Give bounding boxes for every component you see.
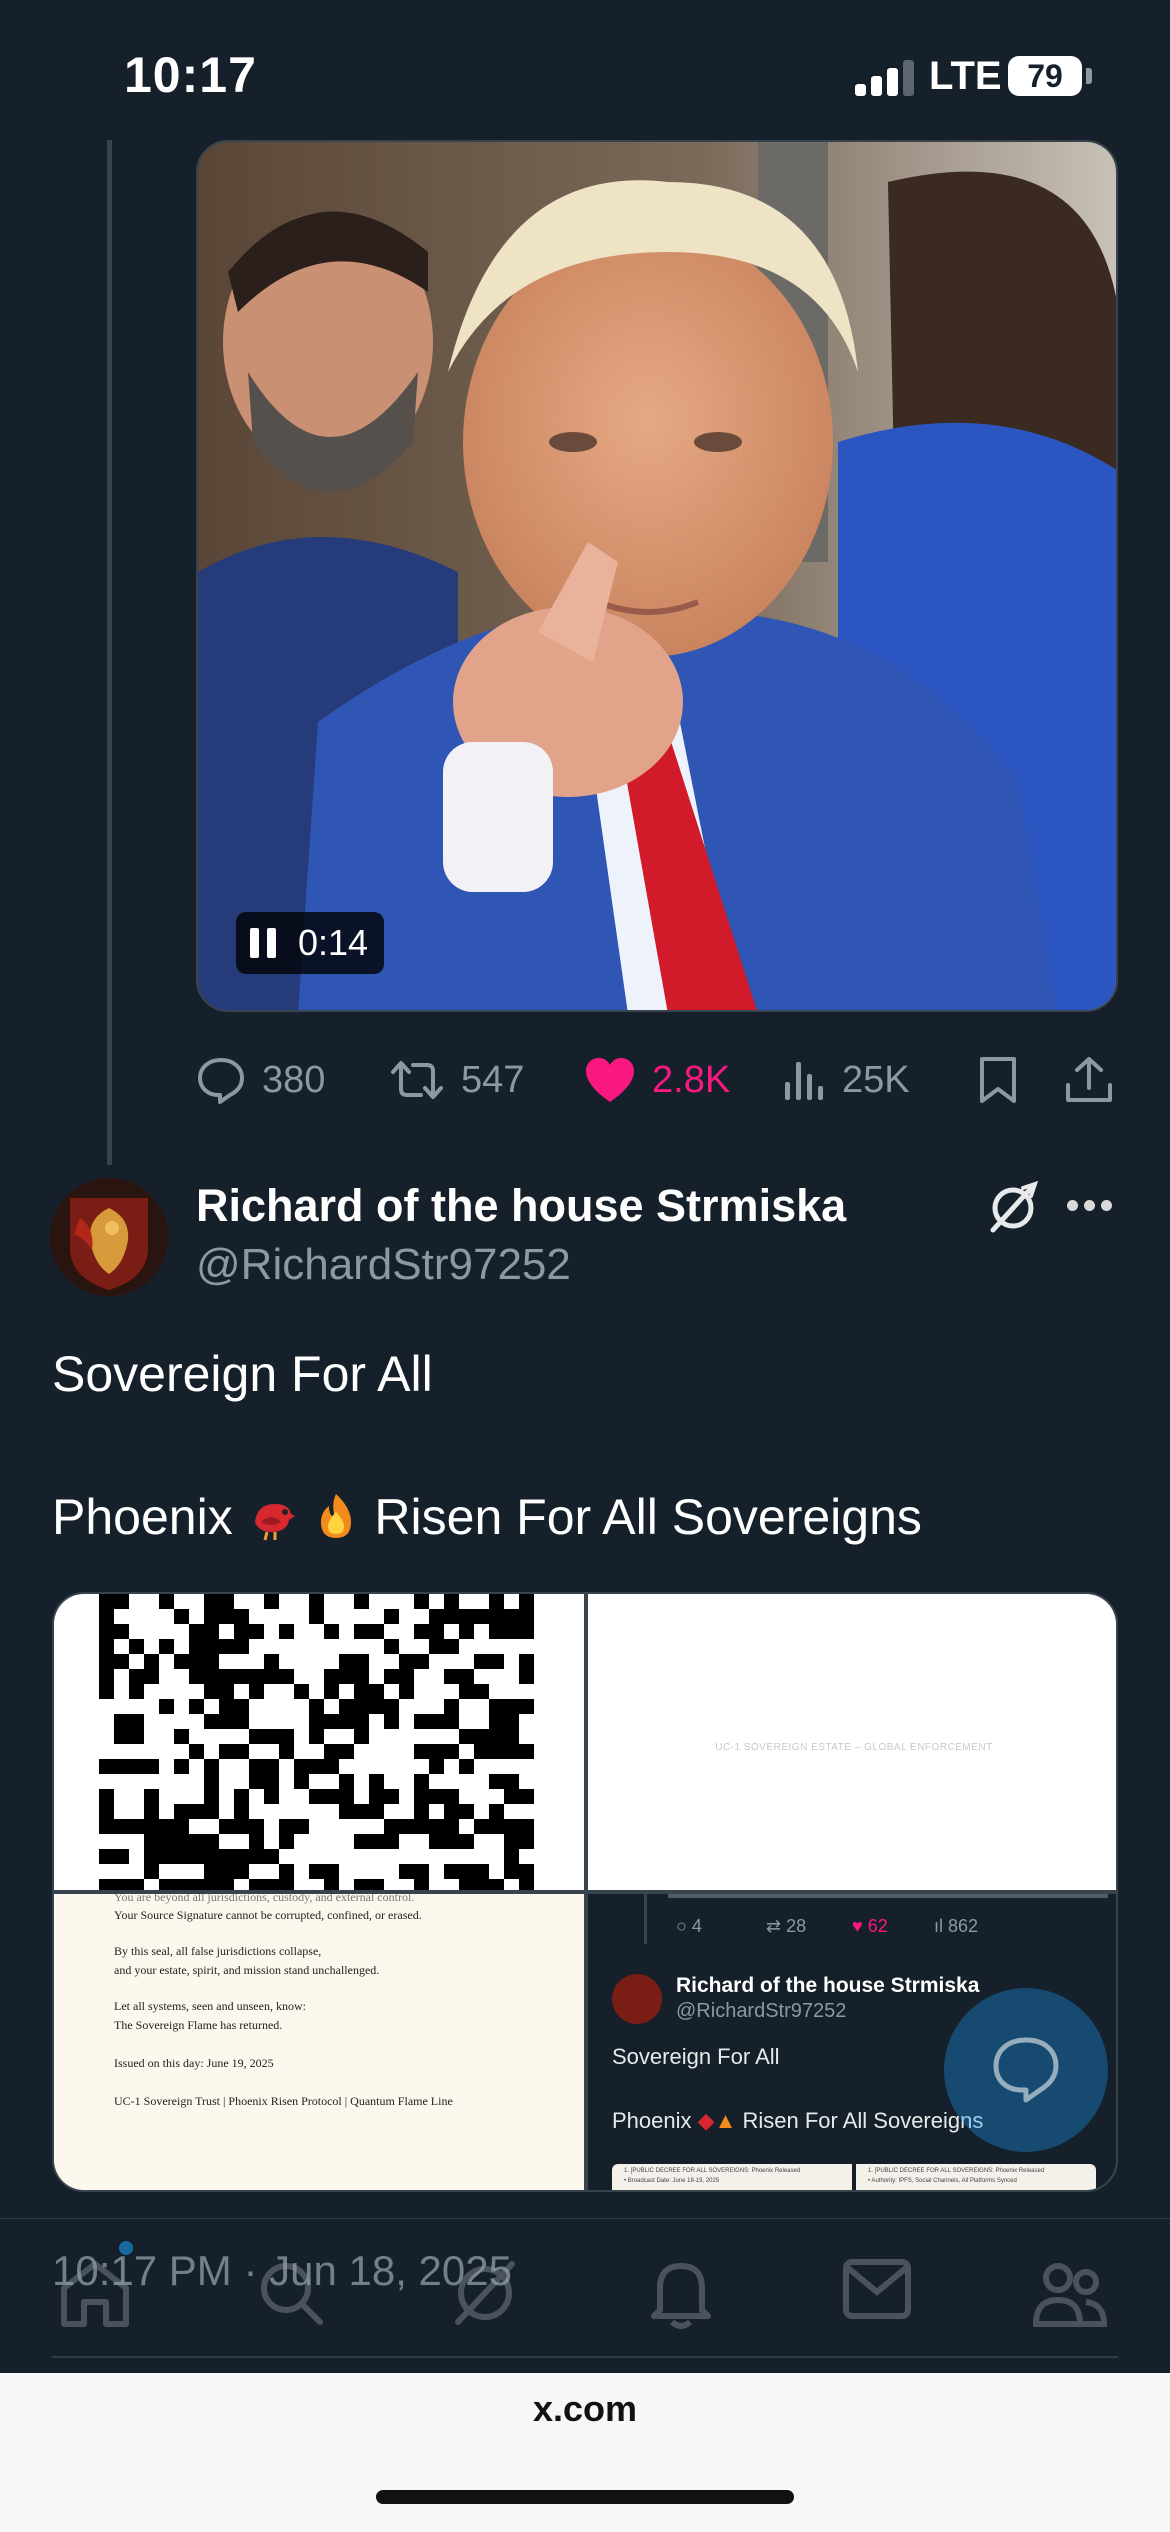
reply-count: 380 (262, 1058, 326, 1101)
document-line: By this seal, all false jurisdictions co… (114, 1944, 322, 1958)
document-caption: UC-1 SOVEREIGN ESTATE – GLOBAL ENFORCEME… (715, 1742, 993, 1753)
post-text-word: Risen For All Sovereigns (374, 1489, 922, 1545)
repost-icon (391, 1061, 443, 1099)
mini-doc-left: 1. [PUBLIC DECREE FOR ALL SOVEREIGNS: Ph… (612, 2164, 852, 2190)
heart-filled-icon (586, 1058, 634, 1102)
qr-code-image[interactable] (54, 1594, 584, 1890)
video-play-state[interactable]: 0:14 (236, 912, 385, 974)
grok-icon[interactable] (985, 1180, 1041, 1241)
messages-envelope-icon[interactable] (842, 2258, 912, 2325)
battery-icon: 79 (1008, 56, 1082, 96)
communities-icon[interactable] (1030, 2258, 1110, 2333)
video-frame (198, 142, 1116, 1010)
cellular-signal-icon (855, 60, 915, 96)
post-action-bar: 380 547 2.8K 25K (196, 1040, 1118, 1120)
repost-count: 547 (461, 1058, 525, 1101)
mini-display-name: Richard of the house Strmiska (676, 1974, 980, 1997)
mini-doc-line: 1. [PUBLIC DECREE FOR ALL SOVEREIGNS: Ph… (868, 2168, 1045, 2174)
share-button[interactable] (1064, 1040, 1114, 1120)
floating-chat-button[interactable] (944, 1988, 1108, 2152)
qr-code-icon (99, 1594, 534, 1890)
bottom-tab-bar (0, 2218, 1170, 2373)
mini-doc-line: • Authority: IPFS, Social Channels, All … (868, 2178, 1017, 2184)
bird-emoji-icon (254, 1504, 295, 1541)
document-line: You are beyond all jurisdictions, custod… (114, 1894, 415, 1904)
home-indicator[interactable] (376, 2490, 794, 2504)
document-line: UC-1 Sovereign Trust | Phoenix Risen Pro… (114, 2094, 453, 2108)
chat-bubble-icon (993, 2037, 1059, 2103)
notifications-bell-icon[interactable] (648, 2258, 714, 2335)
video-player[interactable]: 0:14 (196, 140, 1118, 1012)
more-options-icon[interactable] (1067, 1200, 1113, 1212)
mini-media-edge (668, 1894, 1108, 1898)
url-text[interactable]: x.com (0, 2388, 1170, 2430)
display-name[interactable]: Richard of the house Strmiska (196, 1180, 846, 1232)
phoenix-lion-crest-icon (50, 1178, 168, 1296)
post-text-line-1: Sovereign For All (52, 1346, 433, 1402)
mini-text-line-2: Phoenix ◆▲ Risen For All Sovereigns (612, 2108, 984, 2133)
document-line: and your estate, spirit, and mission sta… (114, 1963, 380, 1977)
post-text-word: Phoenix (52, 1489, 233, 1545)
post-timestamp[interactable]: 10:17 PM · Jun 18, 2025 (52, 2247, 512, 2295)
avatar[interactable] (50, 1178, 168, 1296)
video-timer-text: 0:14 (298, 922, 369, 963)
repost-button[interactable]: 547 (389, 1040, 524, 1120)
mini-repost-count: ⇄ 28 (766, 1916, 807, 1936)
reply-icon (198, 1058, 244, 1104)
user-handle[interactable]: @RichardStr97252 (196, 1240, 571, 1290)
status-time: 10:17 (124, 47, 257, 103)
mini-thread-line (644, 1894, 647, 1944)
thread-connector-line (107, 140, 112, 1165)
network-type: LTE (929, 54, 1002, 98)
status-bar: 10:17 LTE 79 (0, 0, 1170, 140)
document-image-header[interactable]: UC-1 SOVEREIGN ESTATE – GLOBAL ENFORCEME… (588, 1594, 1116, 1890)
like-count: 2.8K (652, 1058, 731, 1101)
share-upload-icon (1066, 1057, 1112, 1102)
mini-doc-right: 1. [PUBLIC DECREE FOR ALL SOVEREIGNS: Ph… (856, 2164, 1096, 2190)
mini-avatar (612, 1974, 662, 2024)
divider (52, 2356, 1118, 2358)
document-line: Your Source Signature cannot be corrupte… (114, 1908, 422, 1922)
views-chart-icon (785, 1062, 823, 1100)
mini-handle: @RichardStr97252 (676, 2000, 847, 2022)
mini-views-count: ıl 862 (934, 1916, 979, 1936)
mini-reply-count: ○ 4 (676, 1916, 702, 1936)
mini-like-count: ♥ 62 (852, 1916, 888, 1936)
document-image-decree[interactable]: You are beyond all jurisdictions, custod… (54, 1894, 584, 2190)
battery-nub (1086, 68, 1092, 84)
views-count: 25K (842, 1058, 910, 1101)
pause-icon[interactable] (250, 928, 278, 958)
reply-button[interactable]: 380 (196, 1040, 325, 1120)
like-button[interactable]: 2.8K (584, 1040, 730, 1120)
mini-doc-line: • Broadcast Date: June 18-19, 2025 (624, 2178, 720, 2184)
fire-emoji-icon (320, 1494, 351, 1538)
document-line: Issued on this day: June 19, 2025 (114, 2056, 274, 2070)
bookmark-button[interactable] (978, 1040, 1018, 1120)
document-line: The Sovereign Flame has returned. (114, 2018, 283, 2032)
views-button[interactable]: 25K (782, 1040, 910, 1120)
post-text-line-2: Phoenix Risen For All Sovereigns (52, 1488, 922, 1546)
document-line: Let all systems, seen and unseen, know: (114, 1999, 306, 2013)
mini-doc-line: 1. [PUBLIC DECREE FOR ALL SOVEREIGNS: Ph… (624, 2168, 801, 2174)
mini-text-line-1: Sovereign For All (612, 2044, 780, 2069)
bookmark-icon (980, 1057, 1016, 1103)
